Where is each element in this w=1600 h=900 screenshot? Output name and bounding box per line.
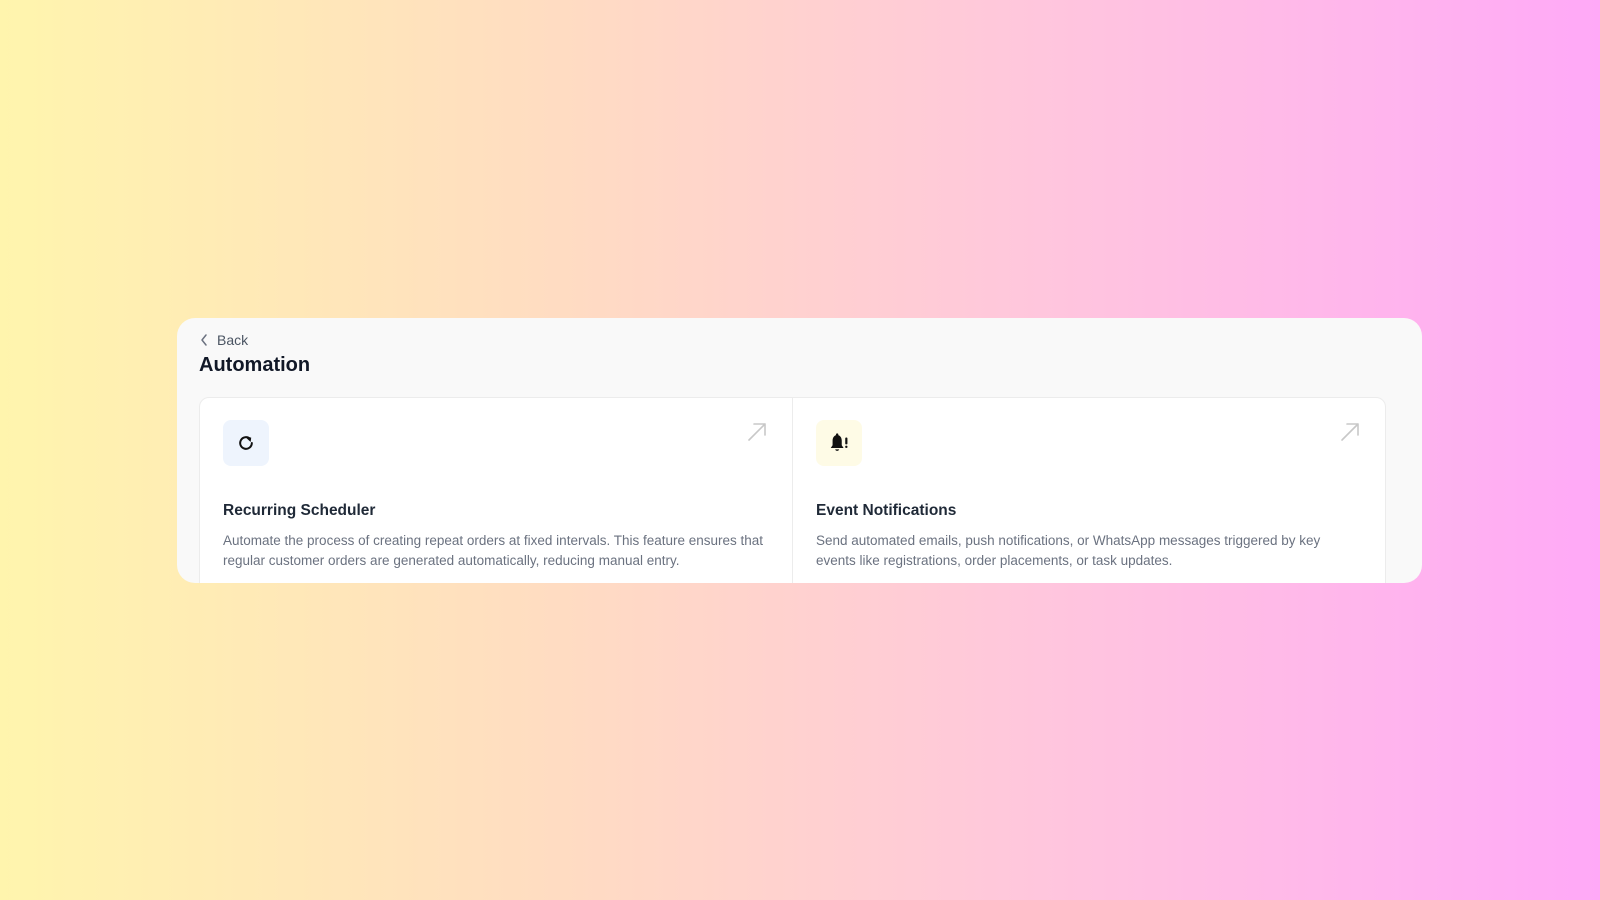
card-description: Automate the process of creating repeat … xyxy=(223,533,764,568)
page-title: Automation xyxy=(199,354,311,376)
arrow-up-right-icon[interactable] xyxy=(746,421,768,443)
back-link[interactable]: Back xyxy=(199,330,248,350)
refresh-icon xyxy=(239,436,253,450)
card-description: Send automated emails, push notification… xyxy=(816,533,1321,568)
card-icon-tile xyxy=(223,420,269,466)
chevron-left-icon xyxy=(201,334,207,346)
card-title: Recurring Scheduler xyxy=(223,502,376,519)
arrow-up-right-icon[interactable] xyxy=(1339,421,1361,443)
card-icon-tile xyxy=(816,420,862,466)
automation-cards: Recurring Scheduler Automate the process… xyxy=(199,397,1386,583)
back-label: Back xyxy=(217,332,249,348)
card-title: Event Notifications xyxy=(816,502,957,519)
card-event-notifications[interactable]: Event Notifications Send automated email… xyxy=(792,398,1385,583)
card-recurring-scheduler[interactable]: Recurring Scheduler Automate the process… xyxy=(200,398,792,583)
automation-panel: Back Automation Recurring Scheduler Auto… xyxy=(177,318,1422,583)
bell-alert-icon xyxy=(830,433,848,451)
